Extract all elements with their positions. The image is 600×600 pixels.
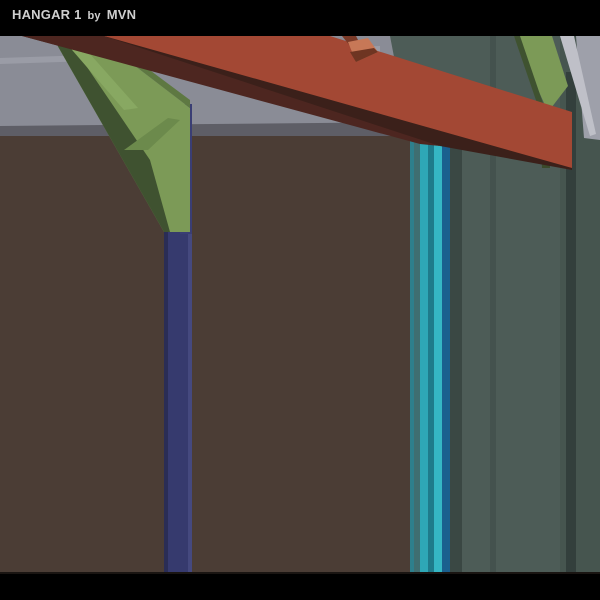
bottom-bar (0, 574, 600, 600)
column-cyan-face (420, 140, 428, 574)
column-cyan-edge (414, 140, 420, 574)
window-title: HANGAR 1 by MVN (12, 7, 136, 22)
title-author: MVN (106, 7, 137, 22)
hangar-scene (0, 36, 600, 574)
column-cyan-dark (442, 140, 450, 574)
column-blue (164, 232, 192, 574)
column-blue-edge (188, 232, 192, 574)
3d-viewport[interactable] (0, 36, 600, 574)
title-bar: HANGAR 1 by MVN (0, 0, 600, 36)
title-main: HANGAR 1 (12, 7, 82, 22)
column-cyan-face (434, 140, 442, 574)
column-cyan-back (450, 140, 460, 574)
title-by: by (87, 10, 101, 22)
column-blue-edge (164, 232, 168, 574)
column-cyan-shade (428, 140, 434, 574)
